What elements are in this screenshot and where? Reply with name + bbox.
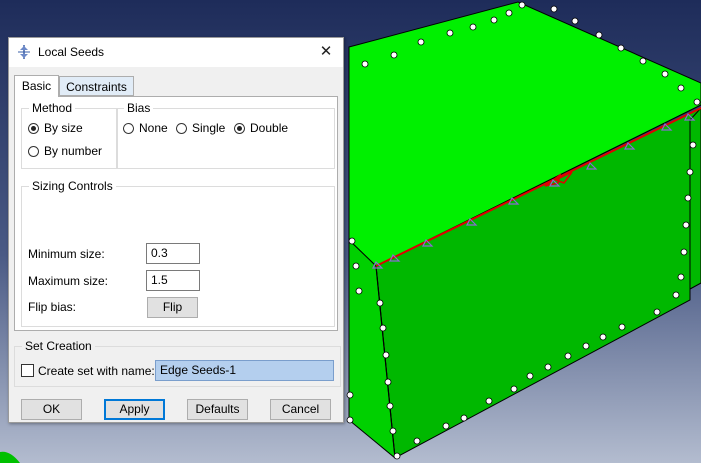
tab-constraints[interactable]: Constraints — [59, 76, 134, 96]
method-by-number-label: By number — [44, 144, 103, 158]
bias-double-label: Double — [250, 121, 289, 135]
set-name-input[interactable]: Edge Seeds-1 — [155, 360, 334, 381]
maximum-size-input[interactable]: 1.5 — [146, 270, 200, 291]
bias-single-label: Single — [192, 121, 226, 135]
basic-tab-pane: Method By size By number Bias None Singl… — [14, 96, 338, 331]
radio-unselected-icon — [123, 122, 134, 134]
tab-basic[interactable]: Basic — [14, 75, 59, 97]
radio-selected-icon — [234, 122, 245, 134]
cancel-button[interactable]: Cancel — [270, 399, 331, 420]
ok-button[interactable]: OK — [21, 399, 82, 420]
bias-legend: Bias — [127, 101, 151, 115]
maximum-size-label: Maximum size: — [28, 274, 109, 288]
radio-unselected-icon — [176, 122, 187, 134]
dialog-title: Local Seeds — [38, 45, 105, 59]
minimum-size-input[interactable]: 0.3 — [146, 243, 200, 264]
bias-double-radio[interactable]: Double — [234, 121, 288, 135]
bias-group: Bias — [116, 101, 335, 169]
bias-none-label: None — [139, 121, 168, 135]
radio-unselected-icon — [28, 145, 39, 157]
method-by-size-label: By size — [44, 121, 83, 135]
method-group: Method — [21, 101, 118, 169]
create-set-checkbox[interactable] — [21, 364, 34, 377]
sizing-controls-legend: Sizing Controls — [32, 179, 113, 193]
method-by-number-radio[interactable]: By number — [28, 144, 102, 158]
flip-button[interactable]: Flip — [147, 297, 198, 318]
radio-selected-icon — [28, 122, 39, 134]
create-set-label: Create set with name: — [38, 364, 155, 378]
defaults-button[interactable]: Defaults — [187, 399, 248, 420]
flip-bias-label: Flip bias: — [28, 300, 77, 314]
method-by-size-radio[interactable]: By size — [28, 121, 83, 135]
bias-none-radio[interactable]: None — [123, 121, 168, 135]
local-seeds-dialog: Local Seeds ✕ Basic Constraints Method B… — [8, 37, 344, 423]
seed-tool-icon — [18, 45, 30, 59]
set-creation-legend: Set Creation — [25, 339, 92, 353]
close-icon[interactable]: ✕ — [315, 41, 337, 63]
minimum-size-label: Minimum size: — [28, 247, 105, 261]
method-legend: Method — [32, 101, 73, 115]
dialog-titlebar[interactable]: Local Seeds ✕ — [9, 38, 343, 67]
bias-single-radio[interactable]: Single — [176, 121, 225, 135]
apply-button[interactable]: Apply — [104, 399, 165, 420]
